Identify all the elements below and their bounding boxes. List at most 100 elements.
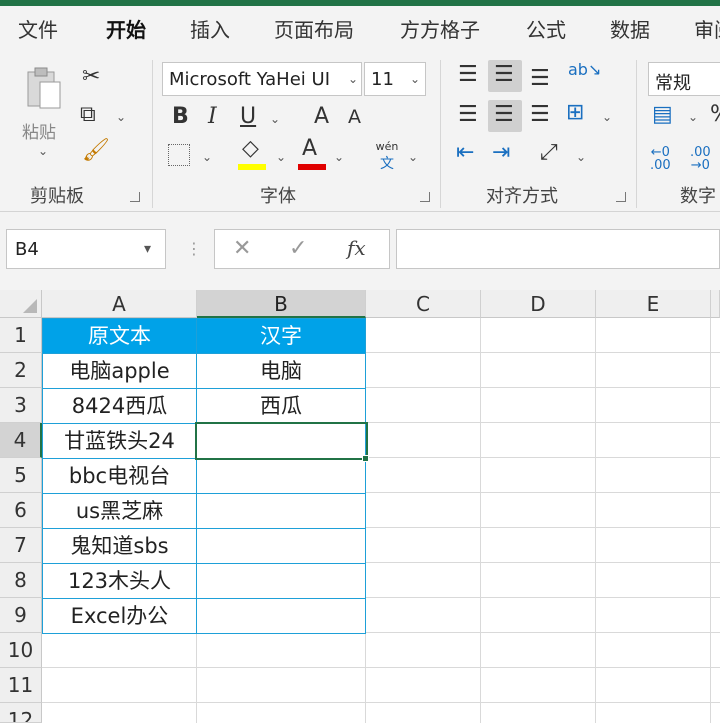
row-header[interactable]: 3 (0, 388, 42, 423)
chevron-down-icon[interactable]: ⌄ (116, 110, 126, 124)
row-header[interactable]: 10 (0, 633, 42, 668)
underline-button[interactable]: U (240, 106, 256, 128)
tab-data[interactable]: 数据 (610, 14, 650, 43)
borders-icon[interactable] (168, 144, 190, 166)
orientation-icon[interactable]: ab↘ (568, 62, 601, 78)
increase-decimal-icon[interactable]: ←0.00 (650, 146, 671, 172)
chevron-down-icon[interactable]: ⌄ (688, 110, 698, 124)
table-cell[interactable]: 鬼知道sbs (42, 528, 197, 564)
row-header[interactable]: 9 (0, 598, 42, 633)
paste-icon (27, 67, 61, 109)
table-header-cell[interactable]: 原文本 (42, 318, 197, 354)
decrease-decimal-icon[interactable]: .00 →0 (690, 146, 711, 172)
clipboard-launcher-icon[interactable] (130, 192, 140, 202)
phonetic-icon[interactable]: wén 文 (372, 140, 402, 172)
tab-fangfang[interactable]: 方方格子 (400, 14, 480, 43)
chevron-down-icon[interactable]: ▾ (144, 241, 151, 257)
align-bottom-icon[interactable]: ☰ (530, 68, 550, 90)
chevron-down-icon[interactable]: ⌄ (202, 150, 212, 164)
table-cell[interactable]: bbc电视台 (42, 458, 197, 494)
column-header-b[interactable]: B (197, 290, 366, 318)
row-header[interactable]: 8 (0, 563, 42, 598)
row-header[interactable]: 7 (0, 528, 42, 563)
row-header[interactable]: 4 (0, 423, 42, 458)
font-color-button[interactable]: A (302, 138, 317, 160)
row-header[interactable]: 11 (0, 668, 42, 703)
table-cell[interactable]: 8424西瓜 (42, 388, 197, 424)
chevron-down-icon[interactable]: ⌄ (576, 150, 586, 164)
copy-icon[interactable]: ⧉ (80, 104, 96, 126)
column-header-f[interactable] (711, 290, 720, 318)
tab-home[interactable]: 开始 (106, 14, 146, 53)
merge-center-icon[interactable]: ⊞ (566, 102, 584, 124)
table-cell[interactable]: 电脑apple (42, 353, 197, 389)
tab-formulas[interactable]: 公式 (526, 14, 566, 43)
empty-cells[interactable] (42, 633, 366, 723)
tab-file[interactable]: 文件 (18, 14, 58, 43)
fill-handle[interactable] (362, 455, 369, 462)
format-painter-icon[interactable]: 🖌 (82, 140, 110, 162)
paste-button[interactable]: 粘贴 ⌄ (18, 64, 70, 158)
table-cell[interactable] (196, 563, 366, 599)
column-header-e[interactable]: E (596, 290, 711, 318)
shrink-font-button[interactable]: A (348, 108, 361, 127)
text-direction-icon[interactable]: ⤢ (540, 142, 558, 164)
chevron-down-icon[interactable]: ⌄ (276, 150, 286, 164)
table-cell[interactable]: 西瓜 (196, 388, 366, 424)
italic-button[interactable]: I (208, 106, 217, 128)
align-right-icon[interactable]: ☰ (530, 104, 550, 126)
empty-cells[interactable] (366, 318, 720, 723)
name-box[interactable]: B4 (6, 229, 166, 269)
chevron-down-icon[interactable]: ⌄ (602, 110, 612, 124)
increase-indent-icon[interactable]: ⇥ (492, 142, 510, 164)
cut-icon[interactable]: ✂ (82, 66, 100, 88)
align-top-icon[interactable]: ☰ (458, 64, 478, 86)
accounting-format-icon[interactable]: ▤ (652, 104, 673, 126)
table-cell[interactable] (196, 598, 366, 634)
number-format-select[interactable]: 常规 (648, 62, 720, 96)
font-launcher-icon[interactable] (420, 192, 430, 202)
chevron-down-icon[interactable]: ⌄ (270, 112, 280, 126)
row-header[interactable]: 12 (0, 703, 42, 723)
fill-color-icon[interactable]: ◇ (242, 138, 259, 160)
column-header-c[interactable]: C (366, 290, 481, 318)
table-cell[interactable] (196, 528, 366, 564)
column-header-a[interactable]: A (42, 290, 197, 318)
table-cell[interactable]: Excel办公 (42, 598, 197, 634)
enter-icon[interactable]: ✓ (289, 236, 307, 261)
table-cell[interactable]: us黑芝麻 (42, 493, 197, 529)
row-header[interactable]: 2 (0, 353, 42, 388)
ribbon: 粘贴 ⌄ ✂ ⧉ ⌄ 🖌 剪贴板 Microsoft YaHei UI ⌄ 11… (0, 50, 720, 212)
table-cell[interactable]: 甘蓝铁头24 (42, 423, 197, 459)
insert-function-button[interactable]: fx (347, 236, 366, 260)
percent-icon[interactable]: % (710, 104, 720, 126)
tab-insert[interactable]: 插入 (190, 14, 230, 43)
row-header[interactable]: 6 (0, 493, 42, 528)
formula-input[interactable] (396, 229, 720, 269)
table-cell[interactable]: 123木头人 (42, 563, 197, 599)
row-header[interactable]: 1 (0, 318, 42, 353)
grow-font-button[interactable]: A (314, 106, 329, 128)
table-cell[interactable] (196, 493, 366, 529)
cancel-icon[interactable]: ✕ (233, 236, 251, 261)
alignment-launcher-icon[interactable] (616, 192, 626, 202)
align-middle-icon[interactable]: ☰ (494, 64, 514, 86)
select-all-button[interactable] (0, 290, 42, 318)
table-header-cell[interactable]: 汉字 (196, 318, 366, 354)
decrease-indent-icon[interactable]: ⇤ (456, 142, 474, 164)
row-header[interactable]: 5 (0, 458, 42, 493)
chevron-down-icon: ⌄ (410, 72, 421, 86)
align-left-icon[interactable]: ☰ (458, 104, 478, 126)
align-center-icon[interactable]: ☰ (494, 104, 514, 126)
grip-icon: ⋮ (186, 239, 202, 258)
table-cell[interactable] (196, 458, 366, 494)
bold-button[interactable]: B (172, 106, 189, 128)
tab-review[interactable]: 审阅 (694, 14, 720, 43)
tab-page-layout[interactable]: 页面布局 (274, 14, 354, 43)
chevron-down-icon[interactable]: ⌄ (408, 150, 418, 164)
worksheet-grid[interactable]: A B C D E 1 2 3 4 5 6 7 8 9 10 11 12 原文本… (0, 290, 720, 723)
column-header-d[interactable]: D (481, 290, 596, 318)
chevron-down-icon[interactable]: ⌄ (334, 150, 344, 164)
table-cell[interactable]: 电脑 (196, 353, 366, 389)
font-name-select[interactable]: Microsoft YaHei UI (162, 62, 362, 96)
